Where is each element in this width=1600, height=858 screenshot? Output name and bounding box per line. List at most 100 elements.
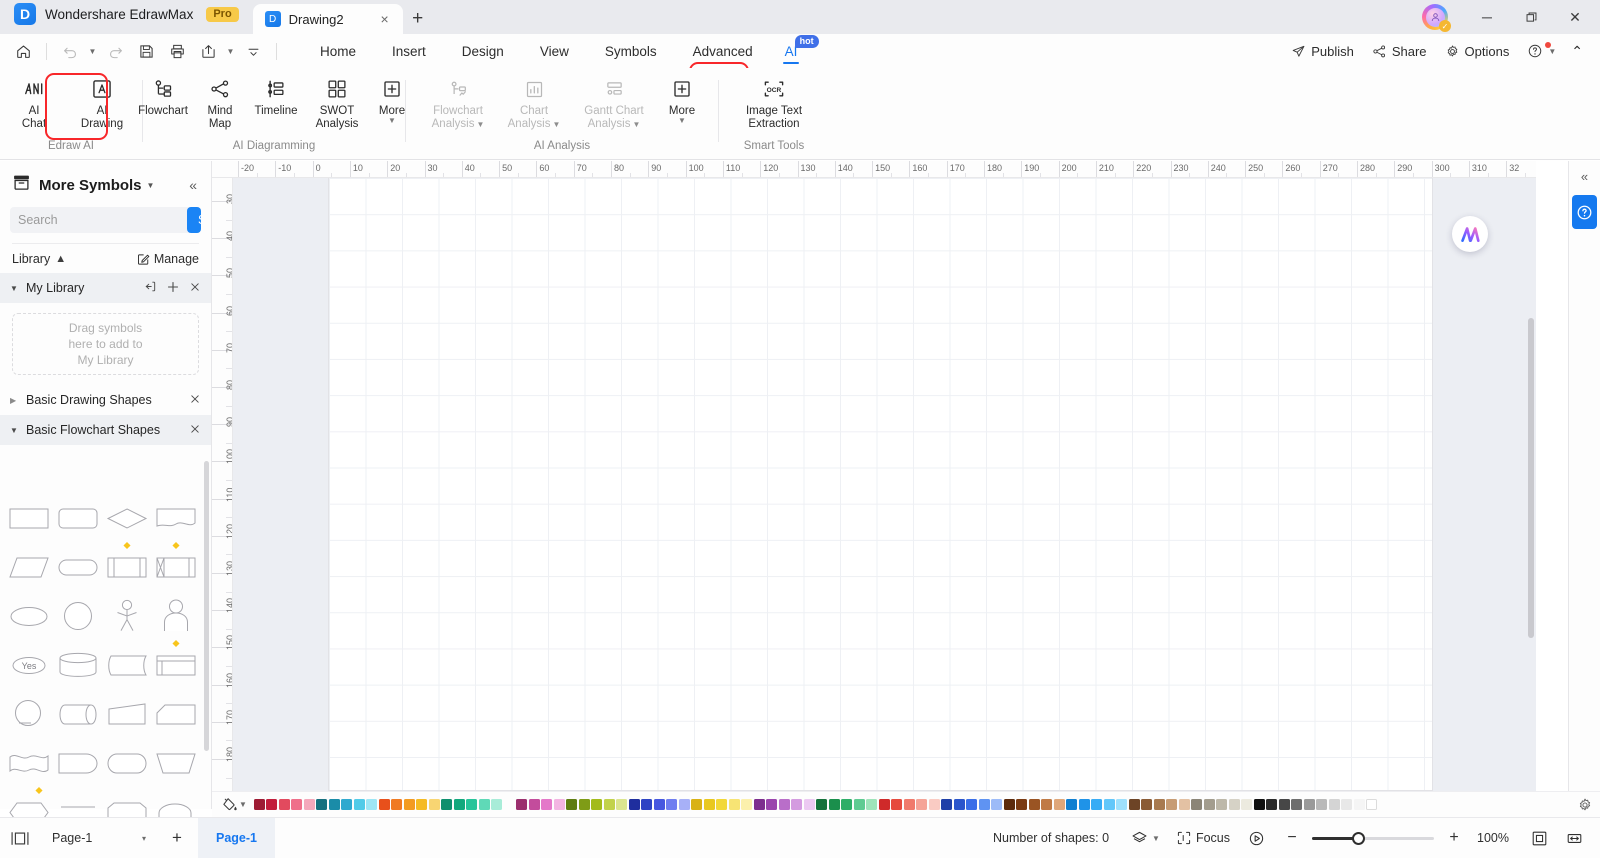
color-swatch[interactable] bbox=[353, 799, 365, 810]
color-swatch[interactable] bbox=[778, 799, 790, 810]
chevron-down-icon[interactable]: ▼ bbox=[678, 116, 686, 125]
page-tab-page-1[interactable]: Page-1 bbox=[198, 817, 275, 858]
color-swatch[interactable] bbox=[466, 799, 478, 810]
vertical-ruler[interactable]: 30 40 50 60 70 80 90 100 110 120 130 140 150 160 170 18… bbox=[212, 178, 233, 809]
color-swatch[interactable] bbox=[416, 799, 428, 810]
chevron-down-icon[interactable]: ▼ bbox=[1152, 834, 1160, 843]
color-swatch[interactable] bbox=[678, 799, 690, 810]
color-swatch[interactable] bbox=[441, 799, 453, 810]
shape-terminator[interactable] bbox=[53, 542, 102, 591]
color-swatch[interactable] bbox=[603, 799, 615, 810]
shape-clipped-corner[interactable] bbox=[151, 689, 200, 738]
color-swatch[interactable] bbox=[953, 799, 965, 810]
color-swatch[interactable] bbox=[553, 799, 565, 810]
color-swatch[interactable] bbox=[716, 799, 728, 810]
category-basic-flowchart-shapes[interactable]: ▼ Basic Flowchart Shapes bbox=[0, 415, 211, 445]
color-swatch[interactable] bbox=[1291, 799, 1303, 810]
shape-database-cylinder[interactable] bbox=[53, 640, 102, 689]
color-swatch[interactable] bbox=[978, 799, 990, 810]
redo-icon[interactable] bbox=[100, 38, 130, 64]
tab-advanced[interactable]: Advanced bbox=[675, 38, 771, 65]
color-swatch[interactable] bbox=[666, 799, 678, 810]
document-tab[interactable]: D Drawing2 × bbox=[252, 4, 403, 34]
color-swatch[interactable] bbox=[903, 799, 915, 810]
shape-data-parallelogram[interactable] bbox=[4, 542, 53, 591]
color-swatch-strip[interactable] bbox=[253, 792, 1570, 818]
color-swatch[interactable] bbox=[653, 799, 665, 810]
print-icon[interactable] bbox=[162, 38, 192, 64]
color-swatch[interactable] bbox=[253, 799, 265, 810]
color-swatch[interactable] bbox=[1028, 799, 1040, 810]
color-swatch[interactable] bbox=[703, 799, 715, 810]
category-my-library[interactable]: ▼ My Library bbox=[0, 273, 211, 303]
chevron-down-icon[interactable]: ▼ bbox=[147, 181, 155, 190]
color-swatch[interactable] bbox=[1366, 799, 1378, 810]
shape-wave-document[interactable] bbox=[4, 738, 53, 787]
more-quick-icon[interactable] bbox=[238, 38, 268, 64]
page-selector[interactable]: Page-1 ▾ bbox=[40, 818, 156, 858]
shape-hexagon-rounded[interactable] bbox=[102, 738, 151, 787]
color-swatch[interactable] bbox=[1216, 799, 1228, 810]
color-swatch[interactable] bbox=[378, 799, 390, 810]
shape-yes-ellipse[interactable]: Yes bbox=[4, 640, 53, 689]
color-swatch[interactable] bbox=[541, 799, 553, 810]
color-swatch[interactable] bbox=[766, 799, 778, 810]
color-swatch[interactable] bbox=[1266, 799, 1278, 810]
export-icon[interactable] bbox=[193, 38, 223, 64]
chevron-down-icon[interactable]: ▼ bbox=[388, 116, 396, 125]
color-swatch[interactable] bbox=[303, 799, 315, 810]
shape-direct-access-storage[interactable] bbox=[53, 689, 102, 738]
color-swatch[interactable] bbox=[641, 799, 653, 810]
color-swatch[interactable] bbox=[516, 799, 528, 810]
color-swatch[interactable] bbox=[1178, 799, 1190, 810]
fit-page-button[interactable] bbox=[1522, 818, 1557, 858]
ribbon-ai-chat[interactable]: AI Chat bbox=[3, 72, 65, 135]
chevron-up-icon[interactable]: ▲ bbox=[55, 253, 66, 265]
options-button[interactable]: Options bbox=[1438, 40, 1517, 63]
search-input[interactable] bbox=[10, 213, 187, 227]
sidebar-scrollbar[interactable] bbox=[204, 461, 209, 751]
close-icon[interactable] bbox=[189, 393, 201, 408]
close-icon[interactable] bbox=[189, 423, 201, 438]
layers-button[interactable]: ▼ bbox=[1123, 818, 1168, 858]
zoom-out-button[interactable]: − bbox=[1281, 829, 1303, 847]
right-rail-help-button[interactable] bbox=[1572, 195, 1597, 229]
shape-decision[interactable] bbox=[102, 493, 151, 542]
color-swatch[interactable] bbox=[1041, 799, 1053, 810]
tab-home[interactable]: Home bbox=[302, 38, 374, 65]
color-swatch[interactable] bbox=[428, 799, 440, 810]
color-swatch[interactable] bbox=[491, 799, 503, 810]
shape-person-bust[interactable] bbox=[151, 591, 200, 640]
color-swatch[interactable] bbox=[1116, 799, 1128, 810]
zoom-slider-handle[interactable] bbox=[1352, 831, 1366, 845]
my-library-drop-area[interactable]: Drag symbols here to add to My Library bbox=[12, 313, 199, 375]
color-swatch[interactable] bbox=[853, 799, 865, 810]
color-swatch[interactable] bbox=[1328, 799, 1340, 810]
close-icon[interactable] bbox=[189, 281, 201, 296]
shape-round-right[interactable] bbox=[53, 738, 102, 787]
close-icon[interactable]: × bbox=[378, 11, 390, 27]
color-swatch[interactable] bbox=[1253, 799, 1265, 810]
color-swatch[interactable] bbox=[728, 799, 740, 810]
home-icon[interactable] bbox=[8, 38, 38, 64]
minimize-button[interactable]: ─ bbox=[1466, 1, 1508, 33]
color-swatch[interactable] bbox=[816, 799, 828, 810]
color-swatch[interactable] bbox=[278, 799, 290, 810]
export-dropdown-caret[interactable]: ▼ bbox=[224, 38, 237, 64]
undo-dropdown-caret[interactable]: ▼ bbox=[86, 38, 99, 64]
tab-insert[interactable]: Insert bbox=[374, 38, 444, 65]
color-swatch[interactable] bbox=[966, 799, 978, 810]
focus-button[interactable]: Focus bbox=[1168, 818, 1238, 858]
color-swatch[interactable] bbox=[841, 799, 853, 810]
color-swatch[interactable] bbox=[803, 799, 815, 810]
color-swatch[interactable] bbox=[1241, 799, 1253, 810]
color-swatch[interactable] bbox=[1103, 799, 1115, 810]
color-swatch[interactable] bbox=[1228, 799, 1240, 810]
color-swatch[interactable] bbox=[1303, 799, 1315, 810]
presentation-button[interactable] bbox=[1238, 818, 1275, 858]
maximize-button[interactable] bbox=[1510, 1, 1552, 33]
ribbon-image-text-extraction[interactable]: OCR Image Text Extraction bbox=[726, 72, 822, 135]
shape-rounded-process[interactable] bbox=[53, 493, 102, 542]
color-swatch[interactable] bbox=[928, 799, 940, 810]
tab-design[interactable]: Design bbox=[444, 38, 522, 65]
